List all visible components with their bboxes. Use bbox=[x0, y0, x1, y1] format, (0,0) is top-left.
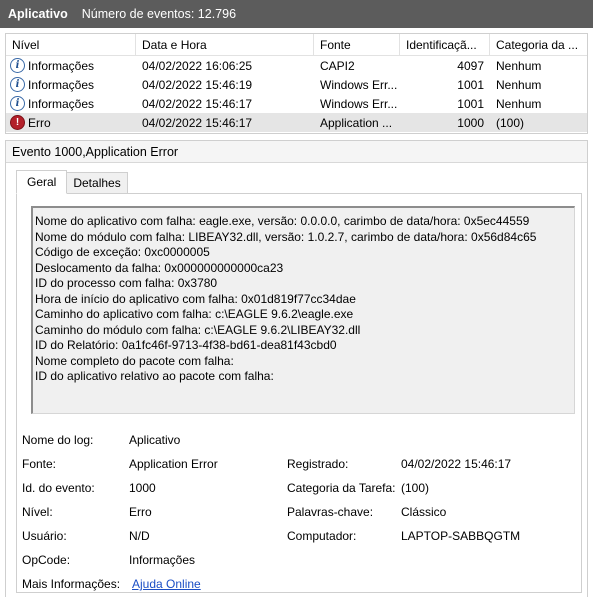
description-line: ID do Relatório: 0a1fc46f-9713-4f38-bd61… bbox=[35, 338, 337, 352]
event-row-selected[interactable]: ! Erro 04/02/2022 15:46:17 Application .… bbox=[6, 113, 587, 132]
log-name-label: Nome do log: bbox=[22, 433, 94, 447]
event-id: 1000 bbox=[457, 115, 484, 130]
event-datetime: 04/02/2022 15:46:19 bbox=[142, 77, 253, 92]
keywords-value: Clássico bbox=[401, 505, 447, 519]
description-line: Nome do aplicativo com falha: eagle.exe,… bbox=[35, 214, 530, 228]
description-line: Nome do módulo com falha: LIBEAY32.dll, … bbox=[35, 229, 537, 244]
event-category: Nenhum bbox=[496, 77, 542, 92]
user-label: Usuário: bbox=[22, 529, 67, 543]
event-list[interactable]: Nível Data e Hora Fonte Identificaçã... … bbox=[5, 33, 588, 134]
event-level: Informações bbox=[28, 77, 95, 92]
source-label: Fonte: bbox=[22, 457, 57, 471]
description-line: ID do aplicativo relativo ao pacote com … bbox=[35, 369, 274, 383]
event-id: 4097 bbox=[457, 58, 484, 73]
opcode-value: Informações bbox=[129, 553, 196, 567]
column-header-id[interactable]: Identificaçã... bbox=[400, 34, 490, 55]
event-level: Erro bbox=[28, 115, 51, 130]
description-line: Caminho do módulo com falha: c:\EAGLE 9.… bbox=[35, 322, 361, 337]
column-header-datetime[interactable]: Data e Hora bbox=[136, 34, 314, 55]
event-id: 1001 bbox=[457, 96, 484, 111]
logged-value: 04/02/2022 15:46:17 bbox=[401, 457, 512, 471]
event-datetime: 04/02/2022 15:46:17 bbox=[142, 96, 253, 111]
task-category-value: (100) bbox=[401, 481, 430, 495]
event-category: Nenhum bbox=[496, 96, 542, 111]
tab-details[interactable]: Detalhes bbox=[66, 172, 128, 194]
online-help-link[interactable]: Ajuda Online bbox=[132, 577, 201, 591]
event-row[interactable]: i Informações 04/02/2022 15:46:17 Window… bbox=[6, 94, 587, 113]
event-description[interactable]: Nome do aplicativo com falha: eagle.exe,… bbox=[31, 206, 575, 414]
event-source: CAPI2 bbox=[320, 58, 355, 73]
tab-general[interactable]: Geral bbox=[16, 170, 68, 194]
info-icon: i bbox=[10, 58, 25, 73]
event-level: Informações bbox=[28, 58, 95, 73]
info-icon: i bbox=[10, 96, 25, 111]
log-name-value: Aplicativo bbox=[129, 433, 181, 447]
description-line: ID do processo com falha: 0x3780 bbox=[35, 276, 218, 290]
event-source: Windows Err... bbox=[320, 96, 398, 111]
description-line: Nome completo do pacote com falha: bbox=[35, 353, 234, 368]
computer-label: Computador: bbox=[287, 529, 357, 543]
event-datetime: 04/02/2022 15:46:17 bbox=[142, 115, 253, 130]
task-category-label: Categoria da Tarefa: bbox=[287, 481, 396, 495]
level-value: Erro bbox=[129, 505, 152, 519]
info-icon: i bbox=[10, 77, 25, 92]
event-source: Application ... bbox=[320, 115, 393, 130]
event-source: Windows Err... bbox=[320, 77, 398, 92]
event-category: (100) bbox=[496, 115, 525, 130]
column-header-category[interactable]: Categoria da ... bbox=[490, 34, 587, 55]
event-count: Número de eventos: 12.796 bbox=[81, 7, 237, 21]
event-id: 1001 bbox=[457, 77, 484, 92]
description-line: Hora de início do aplicativo com falha: … bbox=[35, 291, 356, 306]
event-row[interactable]: i Informações 04/02/2022 15:46:19 Window… bbox=[6, 75, 587, 94]
event-level: Informações bbox=[28, 96, 95, 111]
event-id-value: 1000 bbox=[129, 481, 156, 495]
detail-tabs: Geral Detalhes bbox=[16, 170, 128, 194]
event-category: Nenhum bbox=[496, 58, 542, 73]
list-header: Nível Data e Hora Fonte Identificaçã... … bbox=[6, 34, 587, 56]
event-row[interactable]: i Informações 04/02/2022 16:06:25 CAPI2 … bbox=[6, 56, 587, 75]
source-value: Application Error bbox=[129, 457, 218, 471]
event-id-label: Id. do evento: bbox=[22, 481, 95, 495]
computer-value: LAPTOP-SABBQGTM bbox=[401, 529, 521, 543]
column-header-level[interactable]: Nível bbox=[6, 34, 136, 55]
logged-label: Registrado: bbox=[287, 457, 349, 471]
column-header-source[interactable]: Fonte bbox=[314, 34, 400, 55]
description-line: Caminho do aplicativo com falha: c:\EAGL… bbox=[35, 307, 354, 321]
description-line: Código de exceção: 0xc0000005 bbox=[35, 245, 210, 259]
event-datetime: 04/02/2022 16:06:25 bbox=[142, 58, 253, 73]
user-value: N/D bbox=[129, 529, 150, 543]
opcode-label: OpCode: bbox=[22, 553, 71, 567]
general-tab-panel: Nome do aplicativo com falha: eagle.exe,… bbox=[16, 193, 582, 593]
event-detail-title: Evento 1000,Application Error bbox=[6, 141, 587, 163]
level-label: Nível: bbox=[22, 505, 53, 519]
log-title: Aplicativo bbox=[8, 7, 68, 21]
event-detail-pane: Evento 1000,Application Error Geral Deta… bbox=[5, 140, 588, 597]
description-line: Deslocamento da falha: 0x000000000000ca2… bbox=[35, 260, 284, 275]
keywords-label: Palavras-chave: bbox=[287, 505, 374, 519]
error-icon: ! bbox=[10, 115, 25, 130]
title-bar: Aplicativo Número de eventos: 12.796 bbox=[0, 0, 593, 28]
more-info-label: Mais Informações: bbox=[22, 577, 121, 591]
